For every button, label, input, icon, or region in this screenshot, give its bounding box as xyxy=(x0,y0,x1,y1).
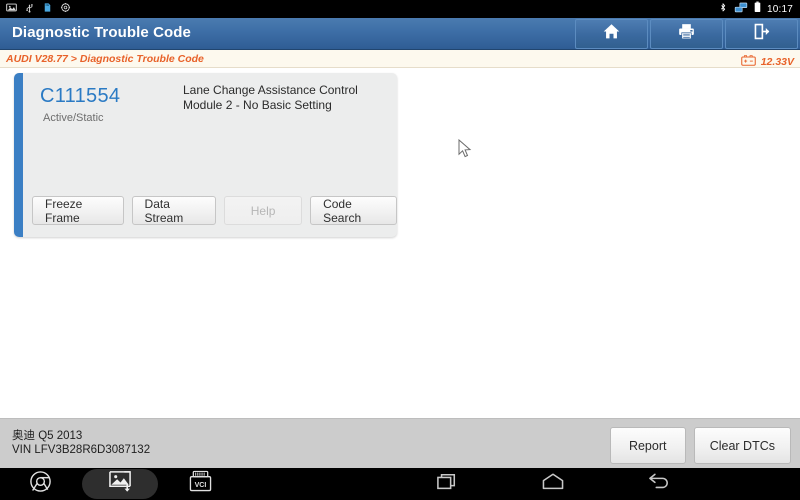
sync-icon xyxy=(60,0,71,18)
android-status-bar: 10:17 xyxy=(0,0,800,18)
home-icon xyxy=(602,22,621,46)
dtc-card: C111554 Active/Static Lane Change Assist… xyxy=(14,73,397,237)
android-navigation-bar: VCI xyxy=(0,468,800,500)
back-button[interactable] xyxy=(642,468,676,500)
page-title: Diagnostic Trouble Code xyxy=(12,24,191,41)
active-shortcut-highlight xyxy=(82,469,158,499)
freeze-frame-button[interactable]: Freeze Frame xyxy=(32,196,124,225)
vci-shortcut[interactable]: VCI xyxy=(160,468,240,500)
home-icon xyxy=(541,472,565,497)
exit-icon xyxy=(752,22,771,46)
nav-app-shortcuts: VCI xyxy=(0,468,240,500)
footer-actions: Report Clear DTCs xyxy=(609,427,791,464)
diagnostic-trouble-code-screen: 10:17 Diagnostic Trouble Code AUDI V28.7… xyxy=(0,0,800,500)
usb-icon xyxy=(24,0,35,18)
svg-text:VCI: VCI xyxy=(194,481,206,489)
status-bar-right-icons: 10:17 xyxy=(718,0,800,18)
bluetooth-icon xyxy=(718,0,728,18)
nav-system-buttons xyxy=(430,468,676,500)
app-title-bar: Diagnostic Trouble Code xyxy=(0,18,800,50)
screenshot-capture-icon xyxy=(108,470,133,498)
dtc-description: Lane Change Assistance Control Module 2 … xyxy=(183,83,358,112)
voltage-value: 12.33V xyxy=(760,56,794,68)
sdcard-icon xyxy=(42,0,53,18)
dtc-code: C111554 xyxy=(40,85,121,107)
breadcrumb-bar: AUDI V28.77 > Diagnostic Trouble Code 12… xyxy=(0,50,800,68)
footer-bar: 奥迪 Q5 2013 VIN LFV3B28R6D3087132 Report … xyxy=(0,418,800,468)
status-bar-left-icons xyxy=(0,0,71,18)
vehicle-vin: VIN LFV3B28R6D3087132 xyxy=(12,444,151,456)
data-stream-button[interactable]: Data Stream xyxy=(131,196,217,225)
report-button[interactable]: Report xyxy=(609,427,686,464)
print-button[interactable] xyxy=(650,19,723,49)
screenshot-icon xyxy=(6,0,17,18)
recents-button[interactable] xyxy=(430,468,464,500)
help-button: Help xyxy=(224,196,303,225)
vehicle-name: 奥迪 Q5 2013 xyxy=(12,430,83,442)
network-icon xyxy=(734,0,748,18)
print-icon xyxy=(677,22,696,46)
home-button[interactable] xyxy=(575,19,648,49)
title-bar-actions xyxy=(575,19,798,49)
recents-icon xyxy=(436,472,458,497)
screenshot-capture-shortcut[interactable] xyxy=(80,468,160,500)
battery-icon xyxy=(754,0,761,18)
dtc-accent-bar xyxy=(14,73,23,237)
back-icon xyxy=(647,472,671,497)
exit-button[interactable] xyxy=(725,19,798,49)
dtc-action-buttons: Freeze Frame Data Stream Help Code Searc… xyxy=(32,196,397,225)
status-badge: Active/Static xyxy=(43,112,104,124)
home-button[interactable] xyxy=(536,468,570,500)
content-area: C111554 Active/Static Lane Change Assist… xyxy=(0,68,800,418)
chrome-shortcut[interactable] xyxy=(0,468,80,500)
status-bar-clock: 10:17 xyxy=(766,3,793,15)
vci-icon: VCI xyxy=(187,470,214,498)
chrome-icon xyxy=(29,470,52,498)
breadcrumb[interactable]: AUDI V28.77 > Diagnostic Trouble Code xyxy=(6,53,204,65)
code-search-button[interactable]: Code Search xyxy=(310,196,397,225)
clear-dtcs-button[interactable]: Clear DTCs xyxy=(693,427,791,464)
